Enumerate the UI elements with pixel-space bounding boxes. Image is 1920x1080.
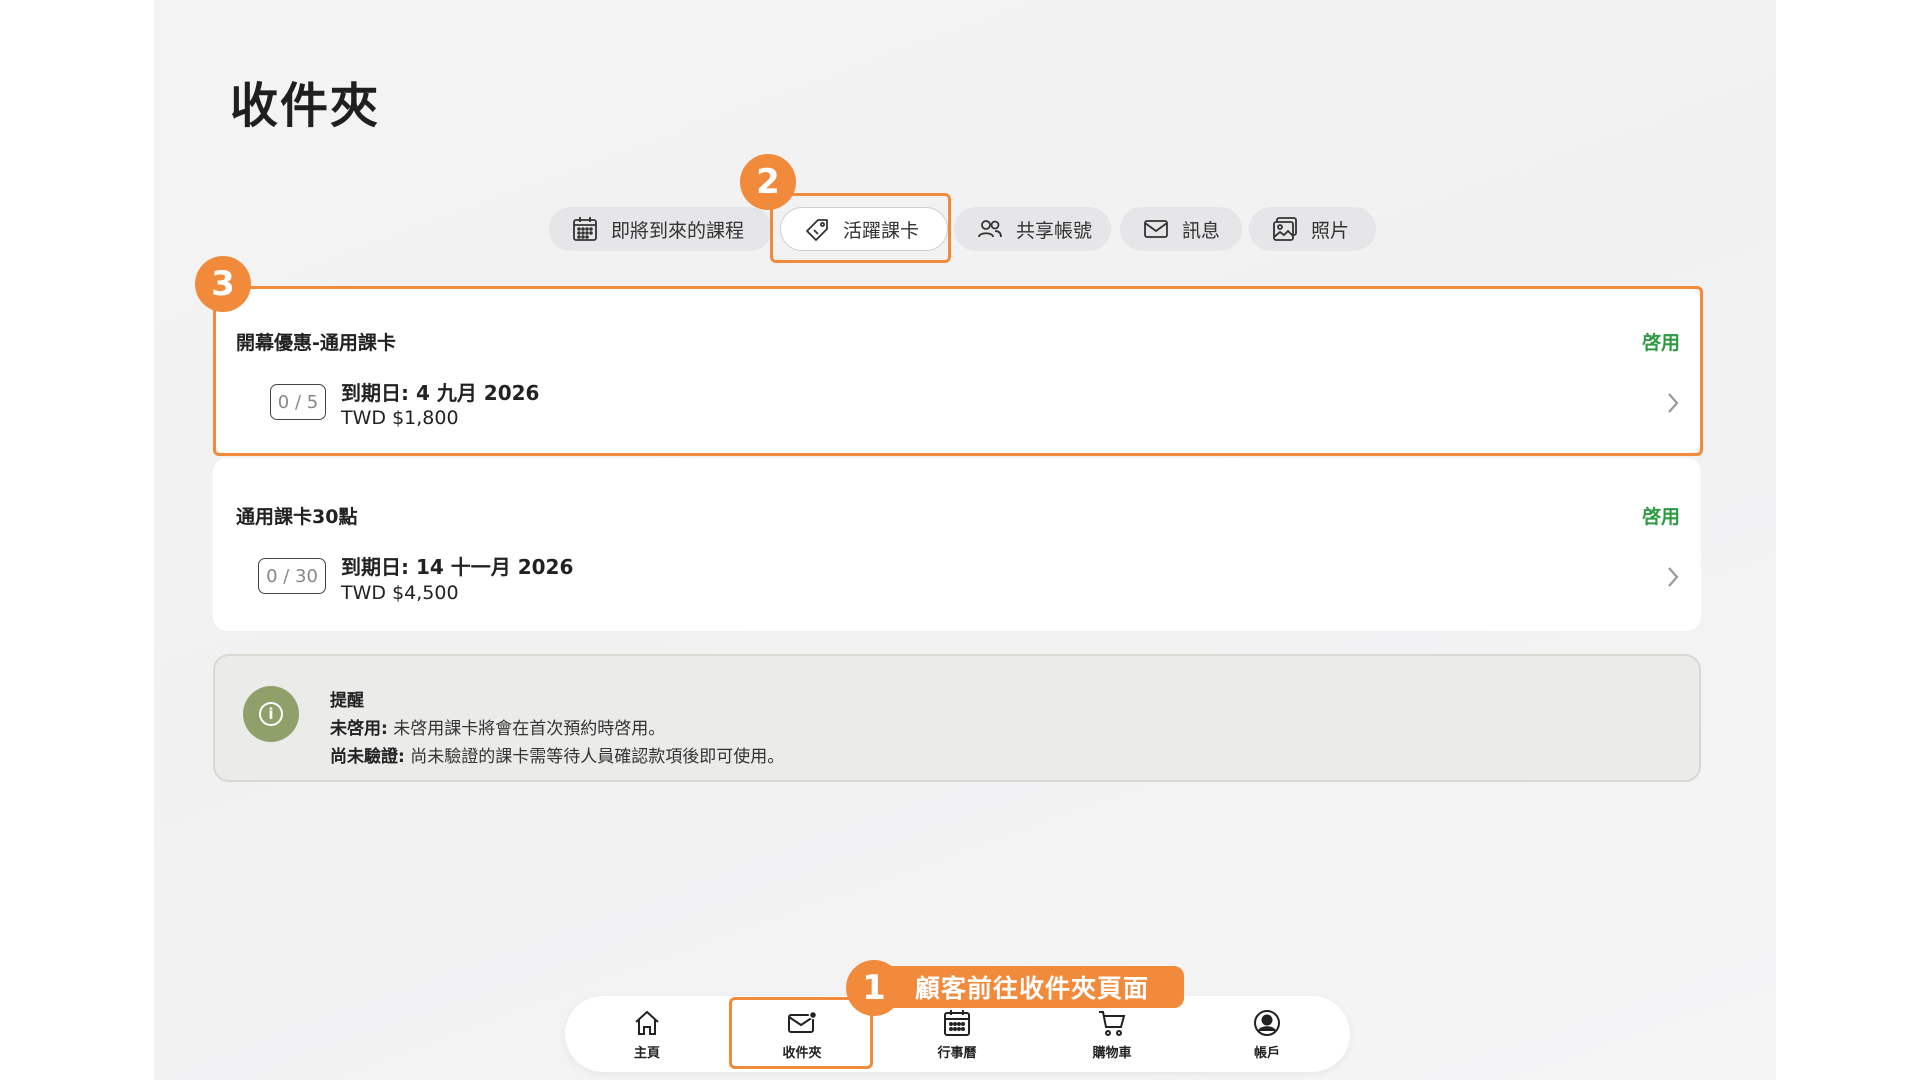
tab-label: 照片 — [1311, 219, 1350, 242]
notice-label: 未啓用: — [330, 719, 388, 739]
info-icon: i — [243, 686, 299, 742]
account-icon — [1254, 1010, 1280, 1036]
calendar-icon — [944, 1010, 970, 1036]
notice-text: 未啓用課卡將會在首次預約時啓用。 — [387, 719, 666, 739]
pass-card[interactable]: 通用課卡30點 啓用 0 / 30 到期日: 14 十一月 2026 TWD $… — [213, 458, 1701, 631]
notice-unverified-line: 尚未驗證: 尚未驗證的課卡需等待人員確認款項後即可使用。 — [330, 742, 784, 767]
status-badge: 啓用 — [1641, 506, 1680, 528]
nav-home[interactable]: 主頁 — [587, 996, 707, 1072]
expiry-date: 到期日: 14 十一月 2026 — [341, 555, 574, 579]
notice-label: 尚未驗證: — [330, 747, 405, 767]
tab-label: 訊息 — [1182, 219, 1221, 242]
nav-account[interactable]: 帳戶 — [1207, 996, 1327, 1072]
highlight-tab-active-passes — [770, 193, 951, 263]
pass-title: 通用課卡30點 — [236, 506, 358, 528]
tab-photos[interactable]: 照片 — [1249, 207, 1376, 251]
home-icon — [635, 1010, 659, 1035]
step-badge-1: 1 — [846, 960, 902, 1016]
reminder-notice: i 提醒 未啓用: 未啓用課卡將會在首次預約時啓用。 尚未驗證: 尚未驗證的課卡… — [213, 654, 1701, 782]
nav-label: 行事曆 — [937, 1046, 977, 1061]
step-badge-3: 3 — [195, 256, 251, 312]
calendar-icon — [573, 217, 597, 241]
chevron-right-icon[interactable] — [1665, 564, 1681, 590]
notice-heading: 提醒 — [330, 691, 364, 711]
tab-shared-accounts[interactable]: 共享帳號 — [954, 207, 1111, 251]
highlight-first-card — [213, 286, 1703, 456]
tab-label: 即將到來的課程 — [611, 219, 745, 242]
step-badge-2: 2 — [740, 154, 796, 210]
page-title: 收件夾 — [230, 78, 381, 134]
notice-inactive-line: 未啓用: 未啓用課卡將會在首次預約時啓用。 — [330, 714, 665, 739]
pass-price: TWD $4,500 — [341, 582, 459, 604]
nav-label: 帳戶 — [1253, 1046, 1280, 1061]
highlight-nav-inbox — [729, 997, 873, 1069]
cart-icon — [1099, 1011, 1126, 1036]
users-icon — [978, 220, 1002, 238]
usage-counter: 0 / 30 — [258, 558, 326, 594]
photo-icon — [1273, 217, 1297, 241]
nav-label: 主頁 — [633, 1046, 660, 1061]
nav-label: 購物車 — [1092, 1046, 1132, 1061]
tab-upcoming-classes[interactable]: 即將到來的課程 — [549, 207, 772, 251]
tab-label: 共享帳號 — [1016, 219, 1093, 242]
mail-icon — [1144, 220, 1168, 238]
tab-messages[interactable]: 訊息 — [1120, 207, 1242, 251]
step-callout: 顧客前往收件夾頁面 — [880, 966, 1184, 1008]
notice-text: 尚未驗證的課卡需等待人員確認款項後即可使用。 — [404, 747, 785, 767]
